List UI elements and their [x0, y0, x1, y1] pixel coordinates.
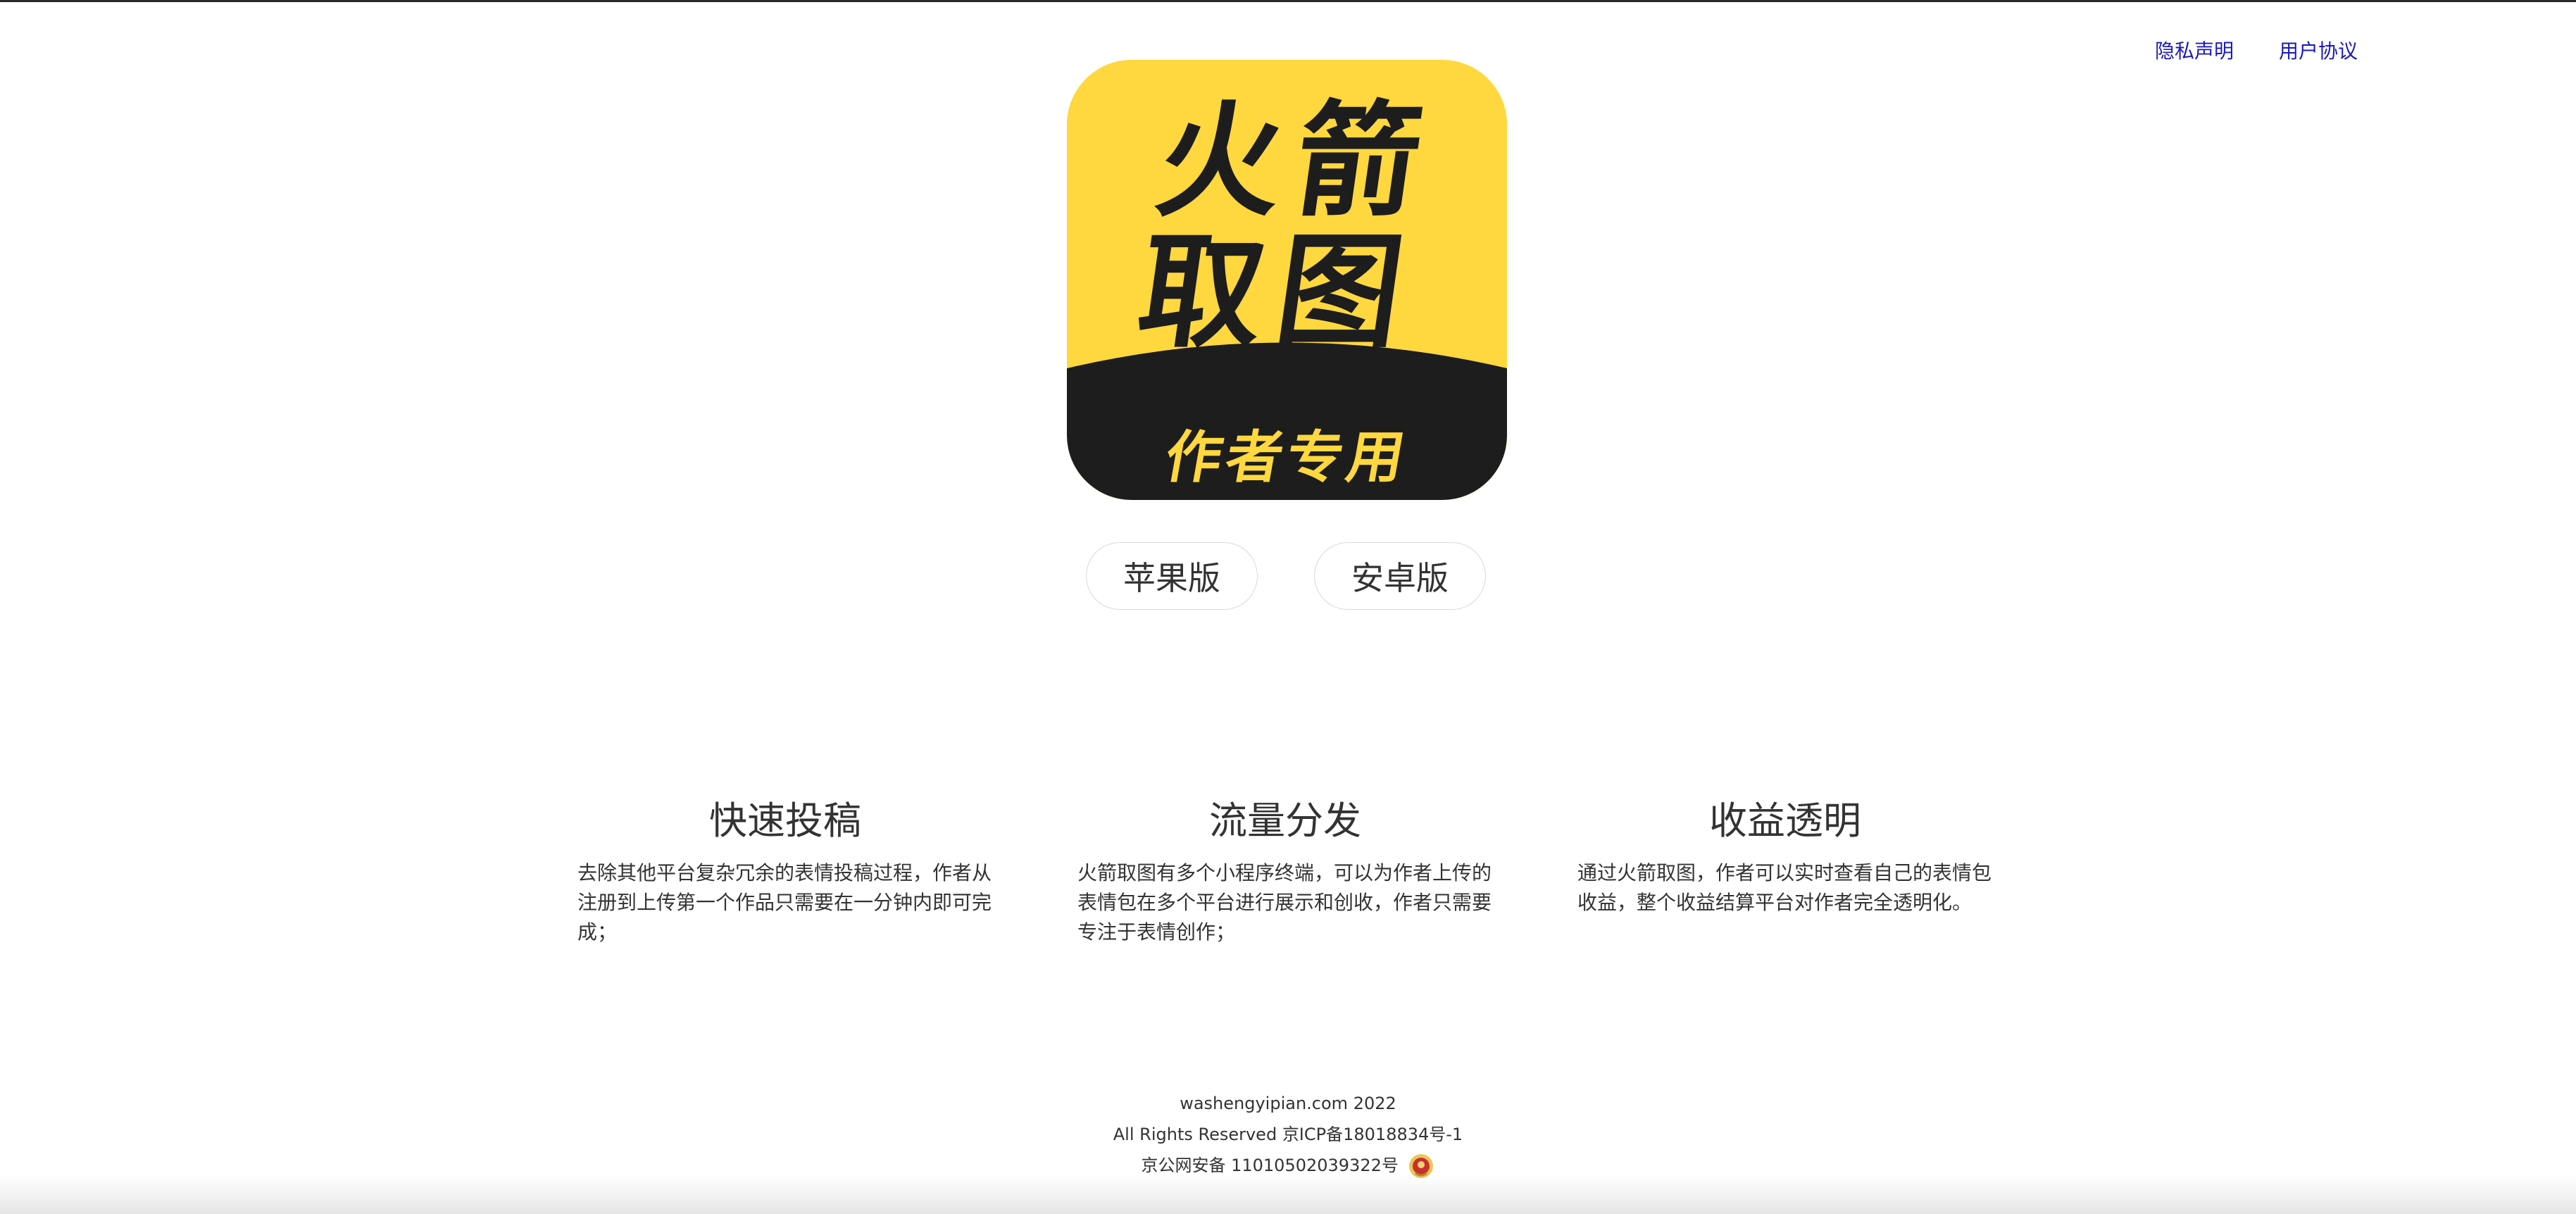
feature-title: 快速投稿: [709, 799, 861, 843]
footer-police-text: 京公网安备 11010502039322号: [1141, 1156, 1399, 1175]
app-logo: 火箭 取图 作者专用: [1067, 60, 1507, 500]
privacy-link[interactable]: 隐私声明: [2155, 36, 2234, 64]
police-badge-icon: [1408, 1154, 1433, 1178]
bottom-shadow: [0, 1175, 2576, 1214]
feature-description: 去除其他平台复杂冗余的表情投稿过程，作者从注册到上传第一个作品只需要在一分钟内即…: [577, 861, 992, 944]
feature-title: 收益透明: [1709, 799, 1861, 843]
feature-title: 流量分发: [1209, 799, 1361, 843]
footer-icp[interactable]: All Rights Reserved 京ICP备18018834号-1: [0, 1119, 2576, 1150]
ios-download-button[interactable]: 苹果版: [1086, 542, 1258, 610]
download-buttons: 苹果版 安卓版: [1086, 542, 1486, 610]
footer-police-record[interactable]: 京公网安备 11010502039322号: [0, 1150, 2576, 1181]
app-logo-subtitle: 作者专用: [1160, 425, 1414, 490]
app-logo-title: 火箭 取图: [1067, 89, 1507, 365]
footer: washengyipian.com 2022 All Rights Reserv…: [0, 1088, 2576, 1181]
app-logo-title-line2: 取图: [1130, 220, 1426, 365]
feature-description: 通过火箭取图，作者可以实时查看自己的表情包收益，整个收益结算平台对作者完全透明化…: [1577, 861, 1992, 914]
feature-traffic-distribution: 流量分发 火箭取图有多个小程序终端，可以为作者上传的表情包在多个平台进行展示和创…: [1077, 796, 1493, 947]
footer-domain: washengyipian.com 2022: [1180, 1094, 1396, 1113]
feature-transparent-earnings: 收益透明 通过火箭取图，作者可以实时查看自己的表情包收益，整个收益结算平台对作者…: [1577, 796, 1993, 947]
page: 隐私声明 用户协议 火箭 取图 作者专用 苹果版 安卓版 快速投稿 去除其他平台…: [0, 0, 2576, 1214]
android-download-button[interactable]: 安卓版: [1314, 542, 1486, 610]
features-section: 快速投稿 去除其他平台复杂冗余的表情投稿过程，作者从注册到上传第一个作品只需要在…: [577, 796, 1993, 947]
feature-description: 火箭取图有多个小程序终端，可以为作者上传的表情包在多个平台进行展示和创收，作者只…: [1077, 861, 1492, 944]
top-nav: 隐私声明 用户协议: [2155, 36, 2358, 64]
feature-quick-submit: 快速投稿 去除其他平台复杂冗余的表情投稿过程，作者从注册到上传第一个作品只需要在…: [577, 796, 993, 947]
app-logo-title-line1: 火箭: [1148, 89, 1445, 234]
user-agreement-link[interactable]: 用户协议: [2279, 36, 2358, 64]
